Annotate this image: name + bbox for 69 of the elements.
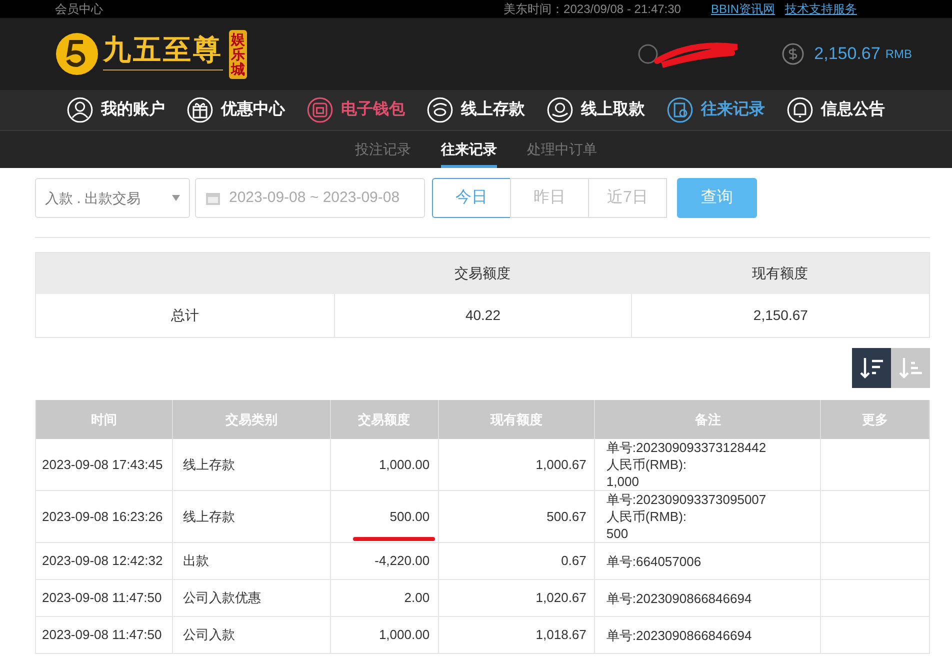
time-label: 美东时间：2023/09/08 - 21:47:30 — [504, 1, 681, 18]
table-cell: 1,018.67 — [438, 617, 596, 653]
sort-descending-button[interactable] — [852, 348, 891, 388]
calendar-icon — [205, 190, 221, 206]
dollar-icon — [782, 43, 804, 65]
table-cell: 公司入款 — [172, 617, 331, 653]
table-cell-text: 1,000.00 — [378, 456, 430, 474]
caret-icon — [172, 195, 180, 201]
table-cell: 2023-09-08 17:43:45 — [36, 439, 173, 490]
note-text: 人民币(RMB): — [606, 508, 687, 525]
note-text: 1,000 — [606, 473, 639, 490]
nav-item[interactable]: 往来记录 — [667, 97, 765, 123]
table-cell: 500.67 — [438, 491, 596, 542]
table-cell: 公司入款优惠 — [172, 580, 331, 616]
top-link[interactable]: BBIN资讯网 — [710, 0, 775, 18]
summary-cell: 40.22 — [334, 294, 632, 337]
note-text: 单号:2023090866846694 — [606, 590, 752, 606]
balance-amount: 2,150.67 — [814, 43, 880, 66]
logo-emblem-icon — [55, 32, 99, 76]
top-link[interactable]: 技术支持服务 — [785, 0, 857, 18]
table-cell: 出款 — [172, 543, 331, 579]
table-cell: 1,020.67 — [438, 580, 596, 616]
column-header: 现有额度 — [751, 264, 810, 283]
table-cell-text: 1,000.00 — [378, 626, 430, 644]
logo-badge: 娱乐城 — [229, 30, 247, 78]
document-clock-icon — [667, 97, 693, 123]
bell-icon — [787, 97, 813, 123]
user-icon — [67, 97, 93, 123]
gift-icon — [187, 97, 213, 123]
user-icon — [638, 44, 658, 64]
table-cell: 2023-09-08 12:42:32 — [36, 543, 173, 579]
table-cell: 2023-09-08 11:47:50 — [36, 580, 173, 616]
sort-descending-icon — [858, 355, 884, 381]
table-cell: 0.67 — [438, 543, 596, 579]
date-range-tab[interactable]: 今日 — [432, 178, 511, 218]
currency-label: RMB — [885, 46, 912, 63]
sort-ascending-icon — [898, 355, 924, 381]
coin-hand-icon — [427, 97, 453, 123]
type-select[interactable]: 入款 . 出款交易 — [35, 178, 190, 218]
note-text: 单号:202309093373128442 — [606, 439, 766, 456]
note-text: 人民币(RMB): — [606, 456, 687, 473]
nav-item[interactable]: 优惠中心 — [187, 97, 285, 123]
summary-cell: 2,150.67 — [631, 294, 929, 337]
member-center-label: 会员中心 — [55, 1, 103, 18]
table-cell: 线上存款 — [172, 439, 331, 490]
coin-icon — [547, 97, 573, 123]
note-text: 单号:202309093373095007 — [606, 491, 766, 508]
total-label: 总计 — [170, 306, 200, 325]
table-cell: 2023-09-08 11:47:50 — [36, 617, 173, 653]
nav-item[interactable]: 信息公告 — [787, 97, 885, 123]
table-cell-text: 500.00 — [390, 508, 430, 526]
table-cell: 线上存款 — [172, 491, 331, 542]
table-cell: 2023-09-08 16:23:26 — [36, 491, 173, 542]
note-text: 单号:664057006 — [606, 552, 702, 570]
note-text: 500 — [606, 525, 628, 542]
wallet-icon — [307, 97, 333, 123]
table-cell-text: -4,220.00 — [374, 552, 430, 570]
table-cell-text: 2.00 — [404, 589, 430, 608]
column-header: 交易额度 — [453, 264, 512, 283]
nav-item[interactable]: 电子钱包 — [307, 97, 405, 123]
sub-tab[interactable]: 处理中订单 — [527, 131, 597, 168]
note-text: 单号:2023090866846694 — [606, 626, 752, 644]
table-cell: 1,000.67 — [438, 439, 596, 490]
nav-item[interactable]: 我的账户 — [67, 97, 165, 123]
logo-text: 九五至尊 — [103, 34, 223, 66]
nav-item[interactable]: 线上取款 — [547, 97, 645, 123]
sub-tab[interactable]: 往来记录 — [441, 131, 497, 168]
sub-tab[interactable]: 投注记录 — [355, 131, 411, 168]
nav-item[interactable]: 线上存款 — [427, 97, 525, 123]
